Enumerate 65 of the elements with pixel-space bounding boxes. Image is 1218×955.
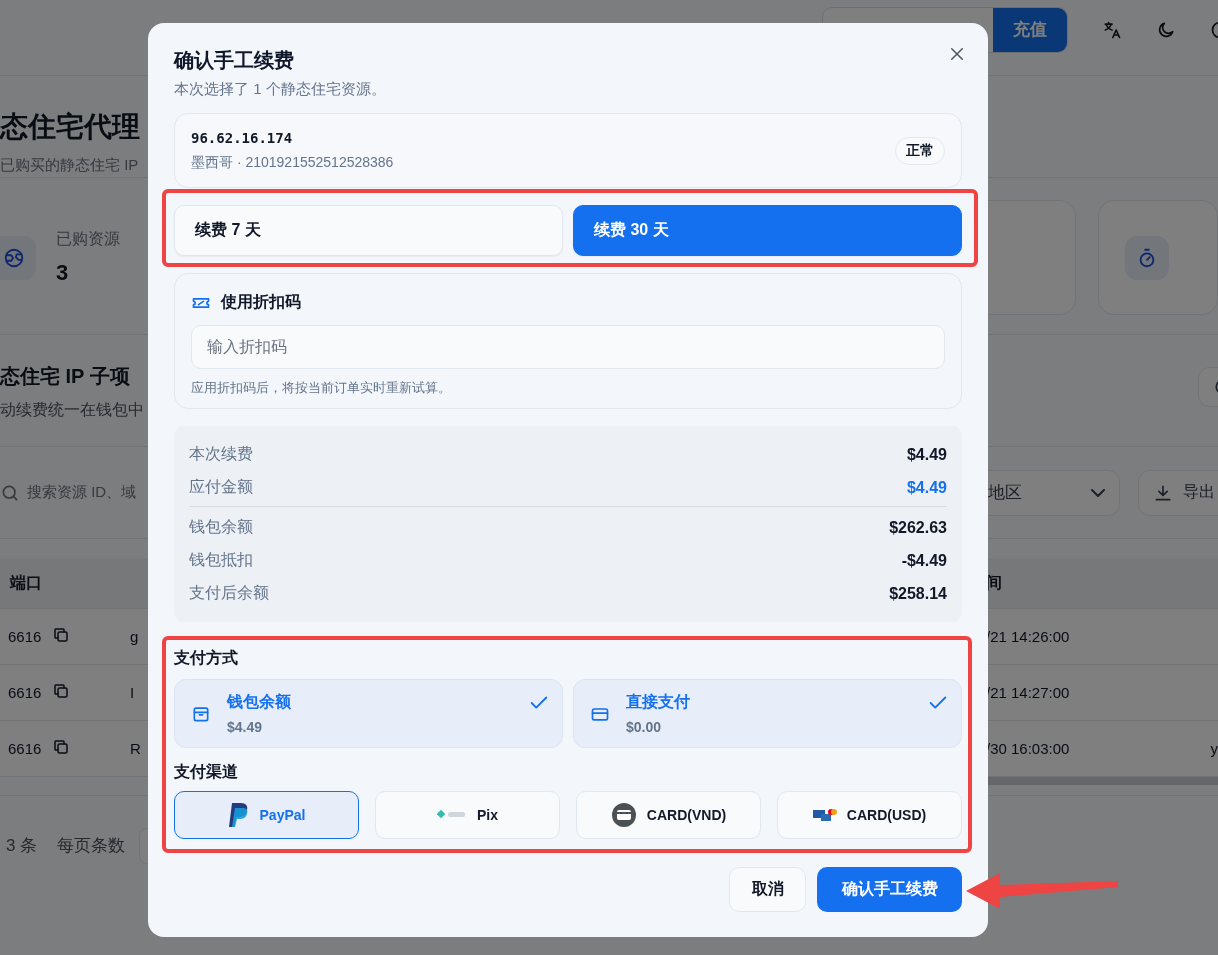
payment-method-title: 支付方式 (174, 648, 239, 668)
section-subtitle: 动续费统一在钱包中 (0, 400, 144, 420)
stat-label: 已购资源 (56, 229, 120, 249)
payment-method-option[interactable]: 钱包余额 $4.49 (174, 679, 563, 748)
pix-logo-icon (437, 809, 467, 821)
search-field[interactable]: 搜索资源 ID、域 (0, 469, 146, 516)
payment-channel-option[interactable]: Pix (375, 791, 560, 839)
section-title: 态住宅 IP 子项 (0, 364, 131, 389)
method-label: 直接支付 (626, 692, 690, 712)
recharge-button[interactable]: 充值 (993, 7, 1067, 52)
resource-detail: 墨西哥 · 2101921552512528386 (191, 153, 394, 172)
copy-icon (52, 738, 70, 756)
method-label: 钱包余额 (227, 692, 291, 712)
payment-channel-option[interactable]: CARD(VND) (576, 791, 761, 839)
page-size-label: 每页条数 (57, 835, 126, 857)
method-amount: $4.49 (227, 719, 264, 735)
payment-channel-title: 支付渠道 (174, 762, 239, 782)
summary-label: 本次续费 (189, 444, 253, 464)
close-icon (948, 45, 966, 63)
summary-value: $258.14 (889, 584, 947, 603)
table-cell-text: 6616 (7, 684, 43, 701)
stat-value: 3 (56, 260, 70, 286)
summary-value: $4.49 (906, 478, 947, 497)
summary-label: 钱包抵扣 (189, 550, 253, 570)
status-badge: 正常 (895, 136, 945, 165)
dialog-title: 确认手工续费 (174, 48, 294, 73)
column-header: 端口 (10, 573, 42, 593)
discount-hint: 应用折扣码后，将按当前订单实时重新试算。 (191, 379, 452, 397)
duration-option[interactable]: 续费 7 天 (174, 205, 563, 256)
copy-icon (52, 682, 70, 700)
export-button[interactable]: 导出 (1138, 469, 1218, 516)
payment-method-option[interactable]: 直接支付 $0.00 (573, 679, 962, 748)
table-cell-text: g (130, 628, 140, 645)
dialog-subtitle: 本次选择了 1 个静态住宅资源。 (174, 80, 387, 99)
table-cell-text: 6616 (7, 740, 43, 757)
moon-icon (1156, 19, 1176, 40)
credit-card-icon (610, 802, 637, 828)
payment-channel-option[interactable]: PayPal (174, 791, 359, 839)
paypal-logo-icon (227, 802, 250, 828)
table-cell: y (1210, 740, 1218, 757)
discount-title: 使用折扣码 (221, 292, 301, 312)
chevron-down-icon (1091, 488, 1105, 497)
summary-label: 支付后余额 (189, 583, 269, 603)
ip-address: 96.62.16.174 (191, 129, 294, 146)
summary-value: $262.63 (889, 518, 947, 537)
summary-label: 应付金额 (189, 477, 253, 497)
confirm-button[interactable]: 确认手工续费 (817, 867, 962, 912)
duration-option[interactable]: 续费 30 天 (573, 205, 962, 256)
total-count: 3 条 (6, 835, 38, 857)
card-brands-icon (812, 808, 837, 822)
page-title: 态住宅代理 (0, 110, 140, 144)
table-cell-text: I (130, 684, 136, 701)
cancel-button[interactable]: 取消 (729, 867, 806, 912)
method-amount: $0.00 (626, 719, 663, 735)
summary-label: 钱包余额 (189, 517, 253, 537)
page-subtitle: 已购买的静态住宅 IP (0, 156, 139, 175)
table-cell-text: R (130, 740, 142, 757)
payment-channel-option[interactable]: CARD(USD) (777, 791, 962, 839)
summary-value: $4.49 (906, 445, 947, 464)
close-button[interactable] (948, 45, 966, 63)
summary-value: -$4.49 (901, 551, 947, 570)
discount-code-field[interactable]: 输入折扣码 (191, 325, 945, 369)
table-cell-text: 6616 (7, 628, 43, 645)
translate-icon (1102, 19, 1122, 40)
copy-icon (52, 626, 70, 644)
